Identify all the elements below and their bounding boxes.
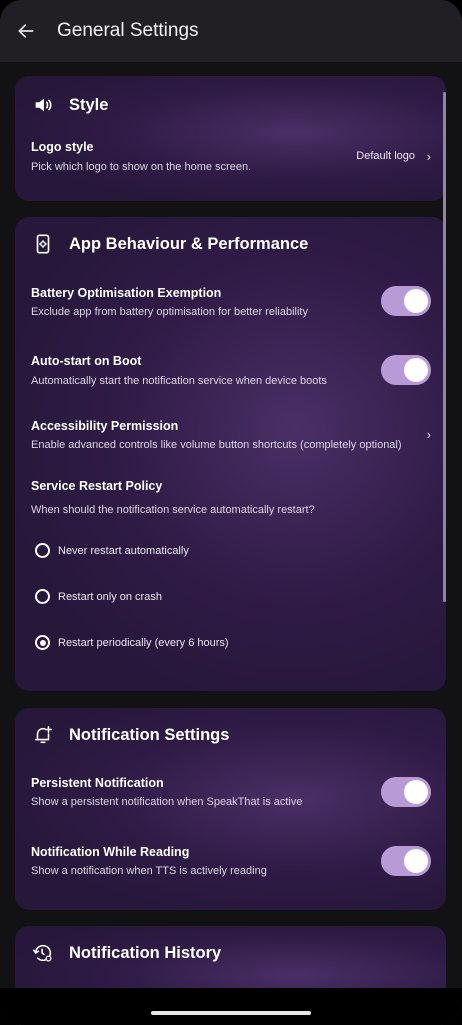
toggle-knob [404, 358, 428, 382]
arrow-left-icon [18, 24, 34, 38]
page-title: General Settings [57, 20, 199, 41]
logo-style-title: Logo style [31, 140, 94, 154]
style-card-title: Style [69, 95, 109, 114]
radio-label: Restart periodically (every 6 hours) [58, 636, 229, 649]
persistent-subtitle: Show a persistent notification when Spea… [31, 796, 303, 808]
autostart-toggle[interactable] [381, 355, 431, 385]
accessibility-subtitle: Enable advanced controls like volume but… [31, 439, 402, 451]
radio-label: Restart only on crash [58, 590, 162, 603]
while-reading-toggle[interactable] [381, 846, 431, 876]
history-card-title: Notification History [69, 943, 222, 962]
back-button[interactable] [14, 19, 38, 43]
system-nav-bar [0, 988, 462, 1025]
while-reading-title: Notification While Reading [31, 845, 190, 859]
restart-policy-title: Service Restart Policy [31, 479, 163, 493]
restart-crash-option[interactable]: Restart only on crash [35, 589, 162, 604]
scrollbar[interactable] [443, 92, 446, 602]
radio-button[interactable] [35, 543, 50, 558]
toggle-knob [404, 780, 428, 804]
notification-card: Notification Settings Persistent Notific… [15, 708, 446, 910]
logo-style-subtitle: Pick which logo to show on the home scre… [31, 161, 252, 173]
phone-gear-icon [31, 232, 55, 256]
history-card-header: Notification History [31, 941, 221, 965]
chevron-right-icon: › [426, 149, 431, 164]
style-card-header: Style [31, 93, 108, 117]
battery-subtitle: Exclude app from battery optimisation fo… [31, 306, 308, 318]
chevron-right-icon: › [426, 427, 431, 442]
autostart-subtitle: Automatically start the notification ser… [31, 375, 327, 387]
persistent-toggle[interactable] [381, 777, 431, 807]
gesture-handle[interactable] [151, 1011, 311, 1015]
battery-toggle[interactable] [381, 286, 431, 316]
radio-button[interactable] [35, 589, 50, 604]
history-card[interactable]: Notification History [15, 926, 446, 988]
behaviour-card-title: App Behaviour & Performance [69, 234, 309, 253]
bell-plus-icon [31, 723, 55, 747]
history-gear-icon [31, 941, 55, 965]
toggle-knob [404, 849, 428, 873]
restart-never-option[interactable]: Never restart automatically [35, 543, 189, 558]
settings-scroll[interactable]: Style Logo style Pick which logo to show… [0, 62, 462, 988]
behaviour-card: App Behaviour & Performance Battery Opti… [15, 217, 446, 691]
notification-card-title: Notification Settings [69, 725, 230, 744]
restart-policy-subtitle: When should the notification service aut… [31, 504, 315, 516]
accessibility-title: Accessibility Permission [31, 419, 179, 433]
restart-periodic-option[interactable]: Restart periodically (every 6 hours) [35, 635, 229, 650]
style-card: Style Logo style Pick which logo to show… [15, 76, 446, 201]
speaker-icon [31, 93, 55, 117]
battery-title: Battery Optimisation Exemption [31, 286, 222, 300]
behaviour-card-header: App Behaviour & Performance [31, 232, 308, 256]
toggle-knob [404, 289, 428, 313]
radio-button-selected[interactable] [35, 635, 50, 650]
app-bar: General Settings [0, 0, 462, 62]
persistent-title: Persistent Notification [31, 776, 164, 790]
screen: General Settings Style Logo style Pick w… [0, 0, 462, 1025]
notification-card-header: Notification Settings [31, 723, 229, 747]
radio-label: Never restart automatically [58, 544, 189, 557]
logo-style-value: Default logo [356, 150, 415, 162]
while-reading-subtitle: Show a notification when TTS is actively… [31, 865, 267, 877]
autostart-title: Auto-start on Boot [31, 354, 142, 368]
